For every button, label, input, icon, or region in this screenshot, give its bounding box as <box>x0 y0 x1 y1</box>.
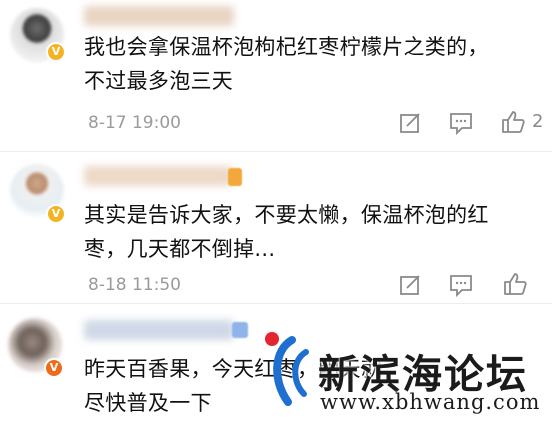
site-logo-icon <box>265 332 309 406</box>
edit-icon[interactable] <box>397 110 423 136</box>
edit-icon[interactable] <box>397 272 423 298</box>
watermark: 新滨海论坛 www.xbhwang.com <box>262 326 552 428</box>
username-blurred[interactable] <box>84 6 234 26</box>
username-blurred[interactable] <box>84 320 234 340</box>
comment-text-line: 不过最多泡三天 <box>84 69 234 93</box>
comment-timestamp: 8-18 11:50 <box>88 275 181 295</box>
comment-timestamp: 8-17 19:00 <box>88 113 181 133</box>
like-count: 2 <box>532 111 544 132</box>
username-blurred[interactable] <box>84 166 232 186</box>
comment-text: 我也会拿保温杯泡枸杞红枣柠檬片之类的， 不过最多泡三天 <box>84 30 536 98</box>
comment-text-line: 其实是告诉大家，不要太懒，保温杯泡的红 <box>84 203 489 227</box>
level-badge-icon <box>228 168 242 186</box>
verified-badge-icon: V <box>46 42 66 62</box>
level-badge-icon <box>232 322 248 338</box>
comment-2: V 其实是告诉大家，不要太懒，保温杯泡的红 枣，几天都不倒掉... 8-18 1… <box>0 152 552 302</box>
like-icon[interactable] <box>502 271 528 297</box>
comment-text-line: 枣，几天都不倒掉... <box>84 237 276 261</box>
comment-icon[interactable] <box>448 272 474 298</box>
comment-text-line: 我也会拿保温杯泡枸杞红枣柠檬片之类的， <box>84 35 489 59</box>
verified-badge-icon: V <box>44 358 64 378</box>
like-icon[interactable] <box>500 109 526 135</box>
watermark-url: www.xbhwang.com <box>320 390 541 414</box>
verified-badge-icon: V <box>46 204 66 224</box>
comment-text: 其实是告诉大家，不要太懒，保温杯泡的红 枣，几天都不倒掉... <box>84 198 536 266</box>
comment-icon[interactable] <box>448 110 474 136</box>
comment-1: V 我也会拿保温杯泡枸杞红枣柠檬片之类的， 不过最多泡三天 8-17 19:00… <box>0 0 552 152</box>
